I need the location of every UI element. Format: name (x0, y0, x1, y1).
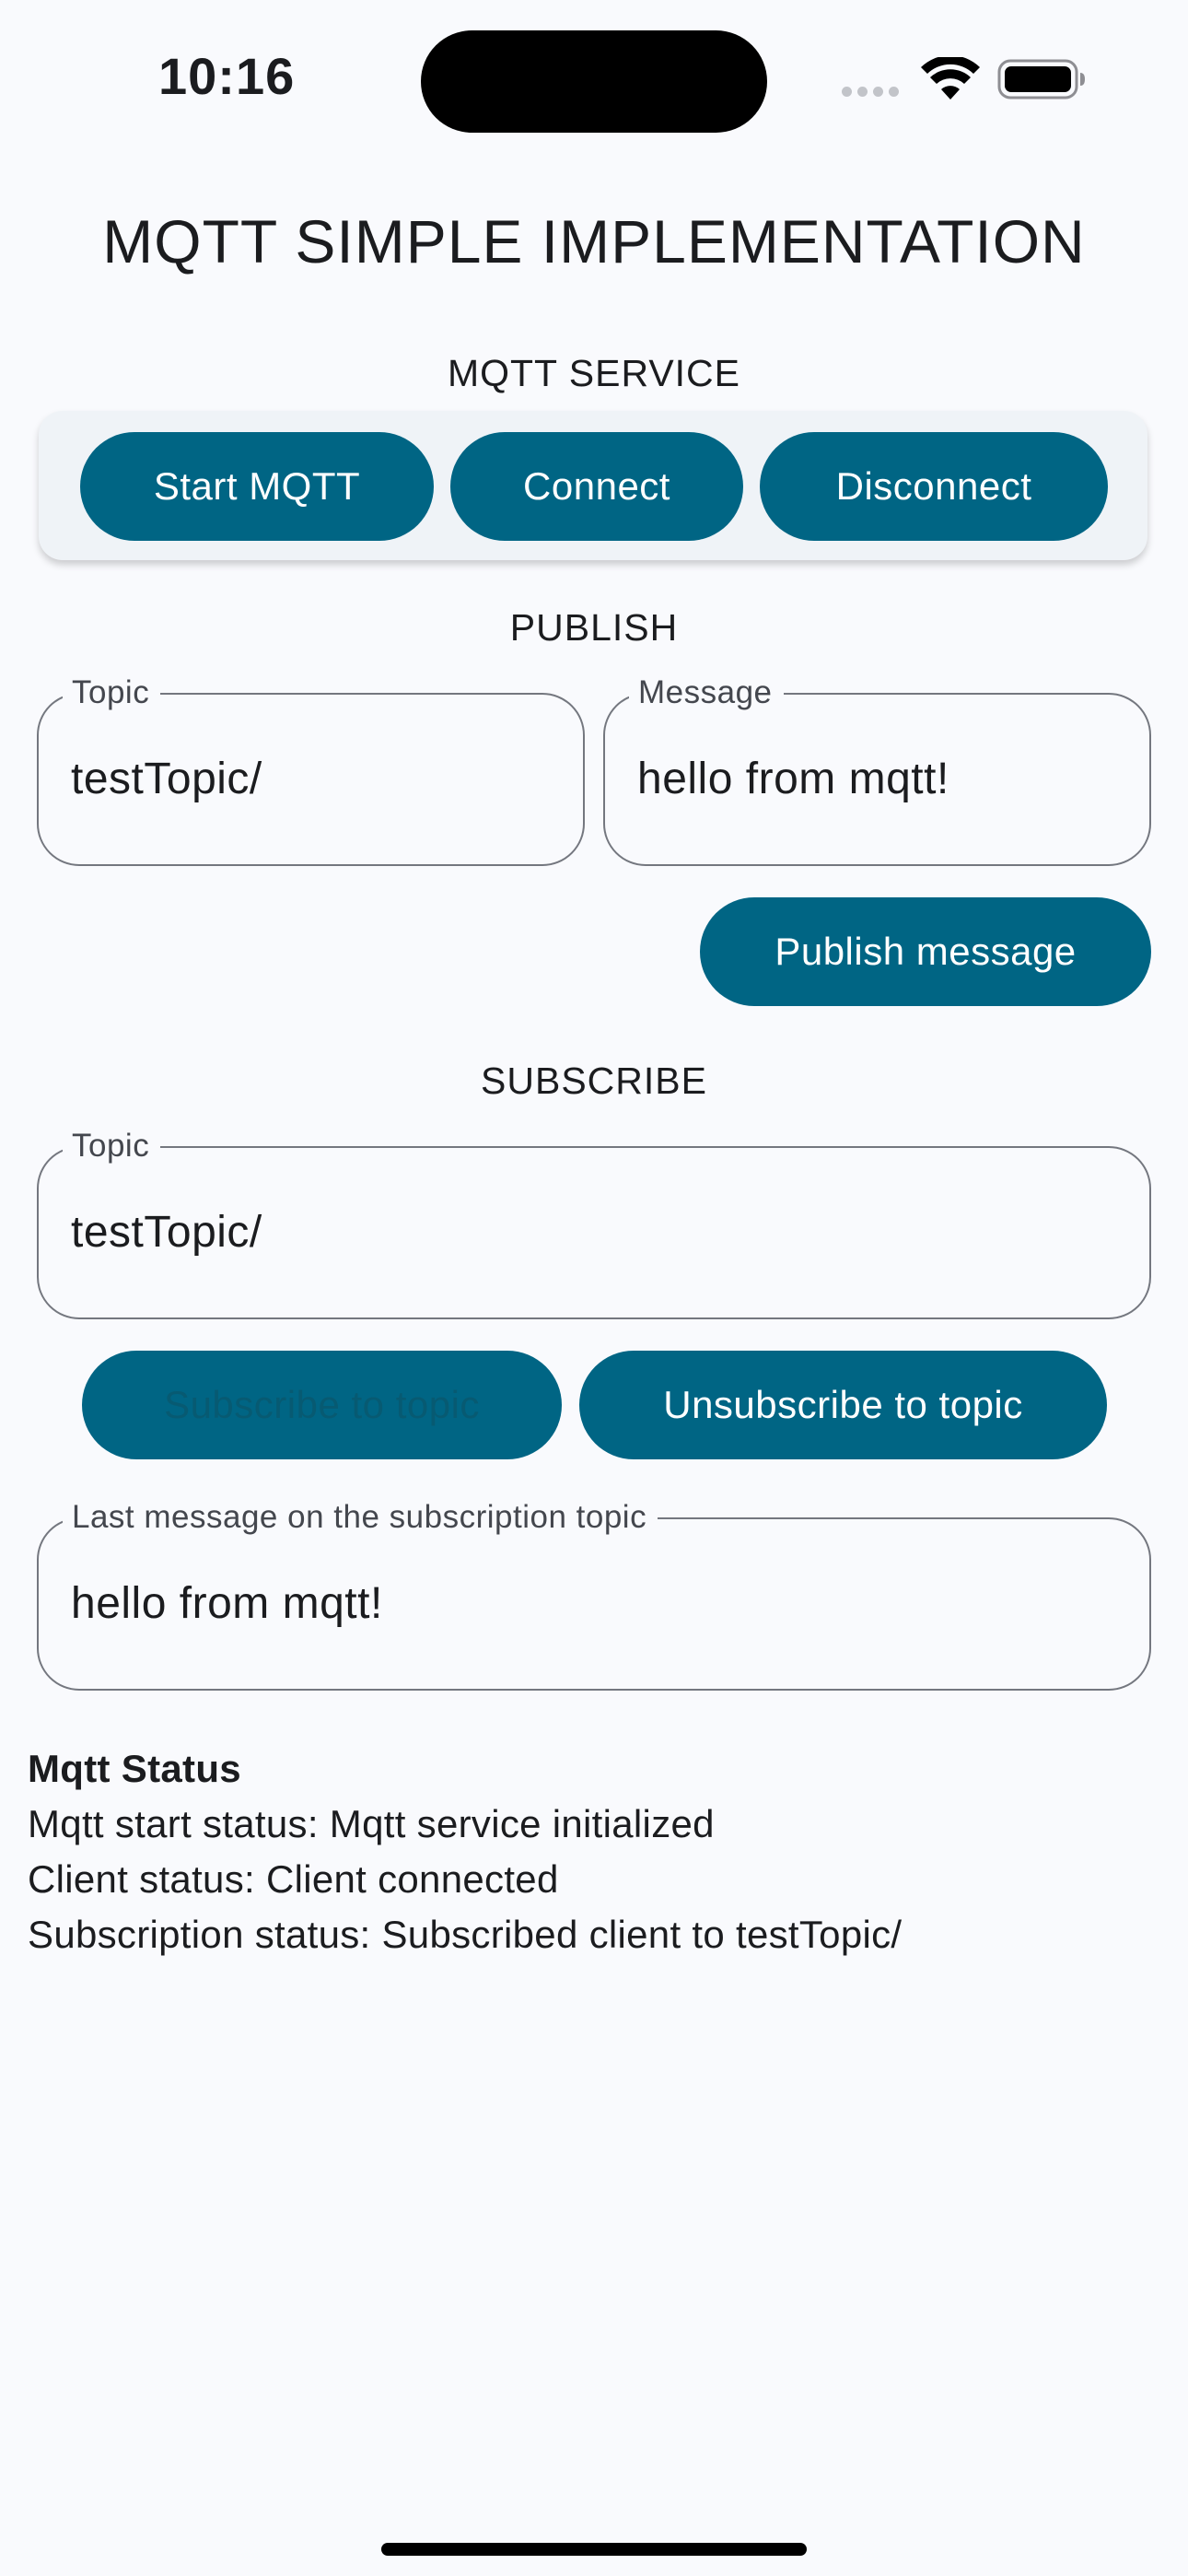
publish-message-button[interactable]: Publish message (700, 897, 1151, 1006)
start-mqtt-button[interactable]: Start MQTT (80, 432, 434, 541)
cellular-signal-icon (842, 87, 899, 97)
home-indicator[interactable] (381, 2543, 807, 2556)
service-section-title: MQTT SERVICE (447, 352, 741, 394)
last-message-value: hello from mqtt! (71, 1579, 383, 1628)
wifi-icon (921, 57, 980, 100)
last-message-field[interactable]: Last message on the subscription topic h… (37, 1499, 1151, 1691)
connect-button[interactable]: Connect (450, 432, 743, 541)
publish-topic-label: Topic (63, 674, 161, 711)
disconnect-button[interactable]: Disconnect (760, 432, 1108, 541)
publish-section-title: PUBLISH (509, 606, 679, 649)
subscription-status: Subscription status: Subscribed client t… (28, 1913, 903, 1956)
subscribe-to-topic-button[interactable]: Subscribe to topic (82, 1351, 562, 1459)
mqtt-status-heading: Mqtt Status (28, 1747, 241, 1790)
subscribe-topic-label: Topic (63, 1128, 161, 1165)
mqtt-start-status: Mqtt start status: Mqtt service initiali… (28, 1802, 715, 1845)
last-message-label: Last message on the subscription topic (63, 1499, 658, 1536)
publish-topic-value: testTopic/ (71, 755, 262, 803)
status-bar-time: 10:16 (158, 47, 296, 105)
dynamic-island (421, 30, 767, 133)
unsubscribe-to-topic-button[interactable]: Unsubscribe to topic (579, 1351, 1107, 1459)
publish-message-value: hello from mqtt! (637, 755, 949, 803)
publish-message-label: Message (629, 674, 784, 711)
publish-topic-field[interactable]: Topic testTopic/ (37, 674, 585, 866)
mqtt-status-block: Mqtt Status Mqtt start status: Mqtt serv… (28, 1741, 902, 1962)
subscribe-topic-field[interactable]: Topic testTopic/ (37, 1128, 1151, 1319)
battery-icon (997, 59, 1085, 100)
client-status: Client status: Client connected (28, 1857, 559, 1901)
subscribe-topic-value: testTopic/ (71, 1208, 262, 1257)
page-title: MQTT SIMPLE IMPLEMENTATION (102, 207, 1086, 275)
subscribe-section-title: SUBSCRIBE (481, 1060, 707, 1102)
publish-message-field[interactable]: Message hello from mqtt! (603, 674, 1151, 866)
